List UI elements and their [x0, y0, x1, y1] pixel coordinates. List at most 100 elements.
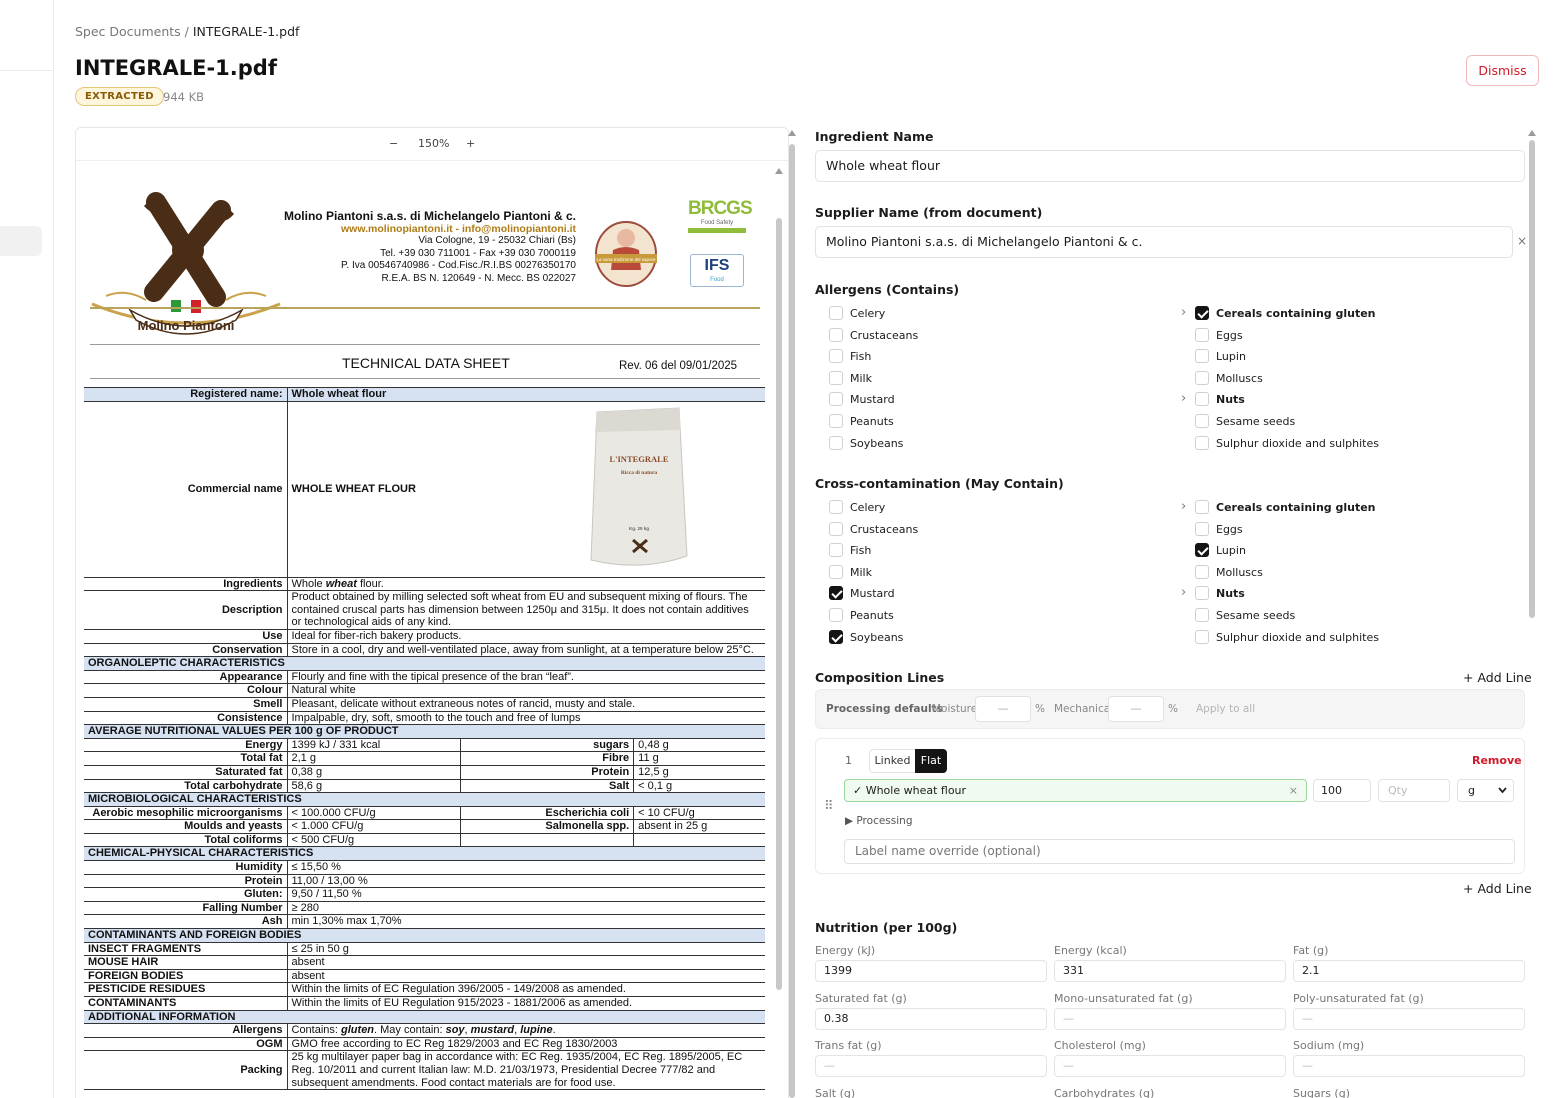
conservation-value: Store in a cool, dry and well-ventilated…	[287, 643, 765, 658]
heading-rule	[90, 378, 760, 379]
drag-handle-icon[interactable]: ⠿	[824, 799, 834, 814]
contains-checkbox-left[interactable]	[829, 349, 843, 364]
contains-checkbox-left[interactable]	[829, 392, 843, 407]
salt-key: Salt	[459, 779, 635, 794]
table-row: Commercial name WHOLE WHEAT FLOUR L'INTEG…	[84, 401, 765, 578]
contains-checkbox-left[interactable]	[829, 327, 843, 342]
cross-checkbox-left[interactable]	[829, 543, 843, 558]
form-scroll-thumb[interactable]	[1529, 140, 1535, 618]
cross-checkbox-right[interactable]	[1195, 608, 1209, 622]
nutrition-field-input[interactable]: 1399	[815, 960, 1047, 982]
contains-checkbox-right[interactable]	[1195, 349, 1209, 364]
nutrition-field-input[interactable]: 0.38	[815, 1007, 1047, 1030]
line-ingredient-select[interactable]: ✓ Whole wheat flour ×	[844, 779, 1307, 802]
mechanical-label: Mechanical	[1054, 703, 1114, 715]
unit-select[interactable]: g	[1457, 779, 1514, 802]
viewer-scrollbar[interactable]	[788, 130, 796, 1098]
apply-to-all-button[interactable]: Apply to all	[1196, 703, 1255, 715]
chevron-right-icon[interactable]: ›	[1181, 499, 1186, 514]
nutrition-field-input[interactable]: 331	[1054, 960, 1286, 982]
pdf-scrollbar[interactable]	[775, 168, 783, 1098]
add-line-button-bottom[interactable]: + Add Line	[1463, 881, 1532, 896]
contains-checkbox-right[interactable]	[1195, 327, 1209, 342]
contains-checkbox-right[interactable]	[1195, 414, 1209, 428]
supplier-name-input[interactable]: Molino Piantoni s.a.s. di Michelangelo P…	[815, 226, 1513, 258]
scroll-up-arrow-icon[interactable]	[1528, 130, 1536, 136]
sidebar-selected-item[interactable]	[0, 226, 42, 256]
contains-checkbox-right[interactable]	[1195, 306, 1209, 320]
humidity-value: ≤ 15,50 %	[287, 860, 765, 875]
zoom-out-button[interactable]: −	[389, 137, 398, 150]
cross-checkbox-right[interactable]	[1195, 521, 1209, 536]
scroll-up-arrow-icon[interactable]	[775, 168, 783, 174]
linked-toggle[interactable]: Linked	[869, 749, 916, 773]
aerobic-key: Aerobic mesophilic microorganisms	[84, 806, 288, 821]
totalfat-value: 2,1 g	[287, 751, 460, 766]
chevron-right-icon[interactable]: ›	[1181, 391, 1186, 406]
pdf-scroll-thumb[interactable]	[776, 218, 782, 990]
qty-input[interactable]: Qty	[1378, 779, 1450, 802]
moisture-input[interactable]: —	[975, 696, 1031, 722]
clear-ingredient-icon[interactable]: ×	[1289, 780, 1298, 801]
add-line-button-top[interactable]: + Add Line	[1463, 670, 1532, 685]
section-row: CONTAMINANTS AND FOREIGN BODIES	[84, 928, 765, 943]
contains-checkbox-right[interactable]	[1195, 370, 1209, 385]
breadcrumb-parent[interactable]: Spec Documents	[75, 24, 181, 39]
nutrition-field-input[interactable]: —	[815, 1055, 1047, 1077]
salmonella-value: absent in 25 g	[633, 819, 765, 834]
nutrition-field-label: Mono-unsaturated fat (g)	[1054, 991, 1193, 1005]
zoom-in-button[interactable]: +	[466, 137, 475, 150]
contaminants-value: Within the limits of EU Regulation 915/2…	[287, 996, 765, 1011]
ingredient-name-input[interactable]: Whole wheat flour	[815, 150, 1525, 182]
processing-toggle[interactable]: ▶ Processing	[845, 815, 912, 827]
contains-checkbox-left[interactable]	[829, 414, 843, 428]
cross-checkbox-right[interactable]	[1195, 564, 1209, 579]
cross-checkbox-left[interactable]	[829, 564, 843, 579]
label-override-input[interactable]: Label name override (optional)	[844, 839, 1515, 864]
cross-checkbox-right[interactable]	[1195, 629, 1209, 644]
cross-checkbox-right[interactable]	[1195, 500, 1209, 514]
cross-checkbox-left[interactable]	[829, 500, 843, 514]
contains-label-left: Mustard	[850, 393, 895, 407]
contains-checkbox-right[interactable]	[1195, 392, 1209, 407]
ingredients-allergen: wheat	[325, 577, 357, 590]
line-amount-input[interactable]: 100	[1313, 779, 1371, 802]
cross-checkbox-left[interactable]	[829, 521, 843, 536]
chevron-right-icon[interactable]: ›	[1181, 585, 1186, 600]
coliforms-key: Total coliforms	[84, 833, 288, 848]
nutrition-field-input[interactable]: 2.1	[1293, 960, 1525, 982]
insect-value: ≤ 25 in 50 g	[287, 942, 765, 957]
flat-toggle[interactable]: Flat	[915, 749, 947, 773]
cross-checkbox-left[interactable]	[829, 586, 843, 601]
contains-checkbox-left[interactable]	[829, 306, 843, 320]
remove-line-button[interactable]: Remove	[1472, 754, 1522, 767]
chevron-right-icon[interactable]: ›	[1181, 305, 1186, 320]
nutrition-field-input[interactable]: —	[1293, 1007, 1525, 1030]
contains-checkbox-left[interactable]	[829, 435, 843, 450]
mechanical-percent: %	[1168, 703, 1178, 715]
contains-checkbox-left[interactable]	[829, 370, 843, 385]
clear-supplier-icon[interactable]: ×	[1517, 234, 1527, 248]
scroll-up-arrow-icon[interactable]	[788, 130, 796, 136]
nutrition-field-label: Salt (g)	[815, 1086, 856, 1098]
foreign-value: absent	[287, 969, 765, 984]
cross-checkbox-left[interactable]	[829, 608, 843, 622]
nutrition-field-label: Trans fat (g)	[815, 1039, 882, 1052]
contains-checkbox-right[interactable]	[1195, 435, 1209, 450]
viewer-scroll-thumb[interactable]	[789, 144, 795, 1098]
unit-value: g	[1468, 784, 1475, 797]
ifs-sub: Food	[710, 277, 724, 283]
table-row: CONTAMINANTS Within the limits of EU Regu…	[84, 996, 765, 1011]
chevron-down-icon	[1498, 787, 1507, 794]
nutrition-field-input[interactable]: —	[1293, 1055, 1525, 1077]
cross-label-right: Molluscs	[1216, 565, 1263, 579]
mechanical-input[interactable]: —	[1108, 696, 1164, 722]
cross-checkbox-left[interactable]	[829, 629, 843, 644]
cross-checkbox-right[interactable]	[1195, 543, 1209, 558]
cross-checkbox-right[interactable]	[1195, 586, 1209, 601]
nutrition-field-input[interactable]: —	[1054, 1055, 1286, 1077]
nutrition-field-input[interactable]: —	[1054, 1007, 1286, 1030]
section-row: ORGANOLEPTIC CHARACTERISTICS	[84, 656, 765, 671]
empty-cell	[633, 833, 765, 848]
form-scrollbar[interactable]	[1528, 130, 1536, 618]
